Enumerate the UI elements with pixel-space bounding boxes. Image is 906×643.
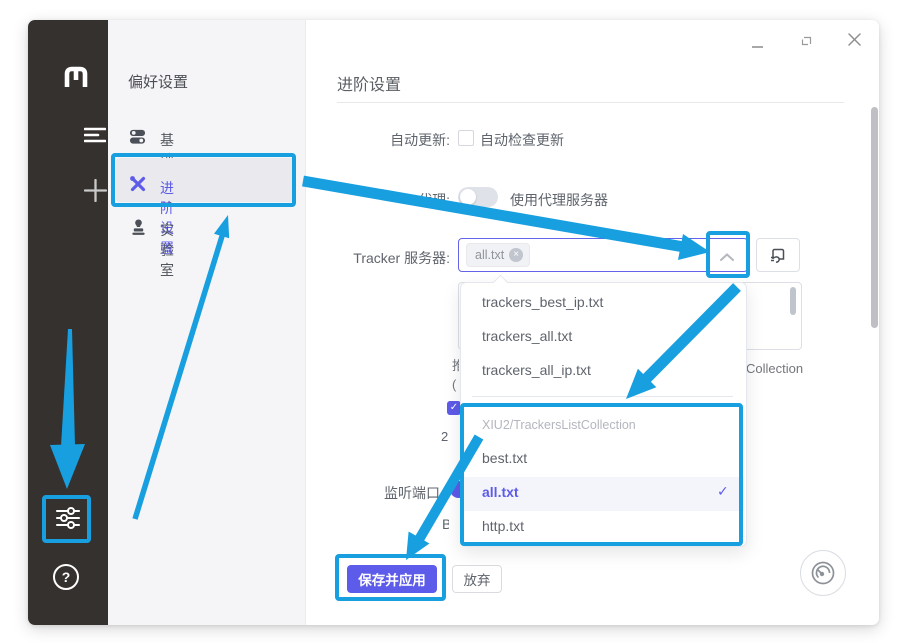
help-icon[interactable]: ? [53, 564, 79, 590]
main-scrollbar-thumb[interactable] [871, 107, 878, 328]
task-list-icon[interactable] [84, 126, 106, 149]
title-divider [337, 102, 844, 103]
annotation-box-preferences-icon [42, 495, 91, 543]
listen-port-label: 监听端口 [384, 483, 440, 503]
proxy-label: 代理: [308, 190, 450, 210]
dropdown-divider [472, 396, 733, 397]
tracker-tag-label: all.txt [475, 248, 504, 262]
basic-settings-icon [129, 128, 146, 150]
annotation-box-advanced-menu [111, 153, 296, 207]
tracker-tag: all.txt × [466, 243, 530, 267]
dropdown-option[interactable]: trackers_best_ip.txt [482, 294, 722, 309]
hint-fragment-2: ( [452, 377, 458, 393]
annotation-box-chevron [706, 231, 750, 278]
hint-fragment-collection: Collection [746, 361, 810, 377]
sync-trackers-button[interactable] [756, 238, 800, 272]
textarea-scrollbar-thumb[interactable] [790, 287, 796, 315]
auto-update-checkbox-label[interactable]: 自动检查更新 [480, 130, 564, 150]
auto-update-checkbox[interactable] [458, 130, 474, 146]
auto-update-label: 自动更新: [308, 130, 450, 150]
number-fragment: 2 [441, 429, 450, 445]
minimize-icon[interactable] [752, 46, 763, 48]
preferences-panel-title: 偏好设置 [128, 71, 188, 92]
screenshot-root: ? 偏好设置 基础设置 进阶设置 实验室 [0, 0, 906, 643]
annotation-box-save-button [335, 554, 446, 601]
sync-checkbox-fragment: ✓ [447, 401, 461, 415]
label-fragment: B [442, 516, 449, 532]
app-window: ? 偏好设置 基础设置 进阶设置 实验室 [28, 20, 879, 625]
proxy-toggle-label: 使用代理服务器 [510, 190, 608, 210]
discard-button[interactable]: 放弃 [452, 565, 502, 593]
speed-limit-button[interactable] [800, 550, 846, 596]
dropdown-option[interactable]: trackers_all_ip.txt [482, 362, 722, 377]
add-task-icon[interactable] [84, 179, 107, 207]
restore-icon[interactable] [800, 34, 813, 52]
tracker-label: Tracker 服务器: [278, 248, 450, 268]
tag-close-icon[interactable]: × [509, 248, 523, 262]
hint-fragment-1: 推 [452, 358, 459, 374]
page-title: 进阶设置 [337, 71, 401, 95]
annotation-box-dropdown-group [460, 403, 743, 546]
preferences-panel [108, 20, 306, 625]
sidebar-item-label: 实验室 [160, 220, 174, 280]
motrix-logo-icon [64, 66, 88, 93]
close-icon[interactable] [847, 32, 862, 52]
proxy-toggle[interactable] [458, 187, 498, 207]
lab-icon [130, 218, 147, 241]
dropdown-option[interactable]: trackers_all.txt [482, 328, 722, 343]
